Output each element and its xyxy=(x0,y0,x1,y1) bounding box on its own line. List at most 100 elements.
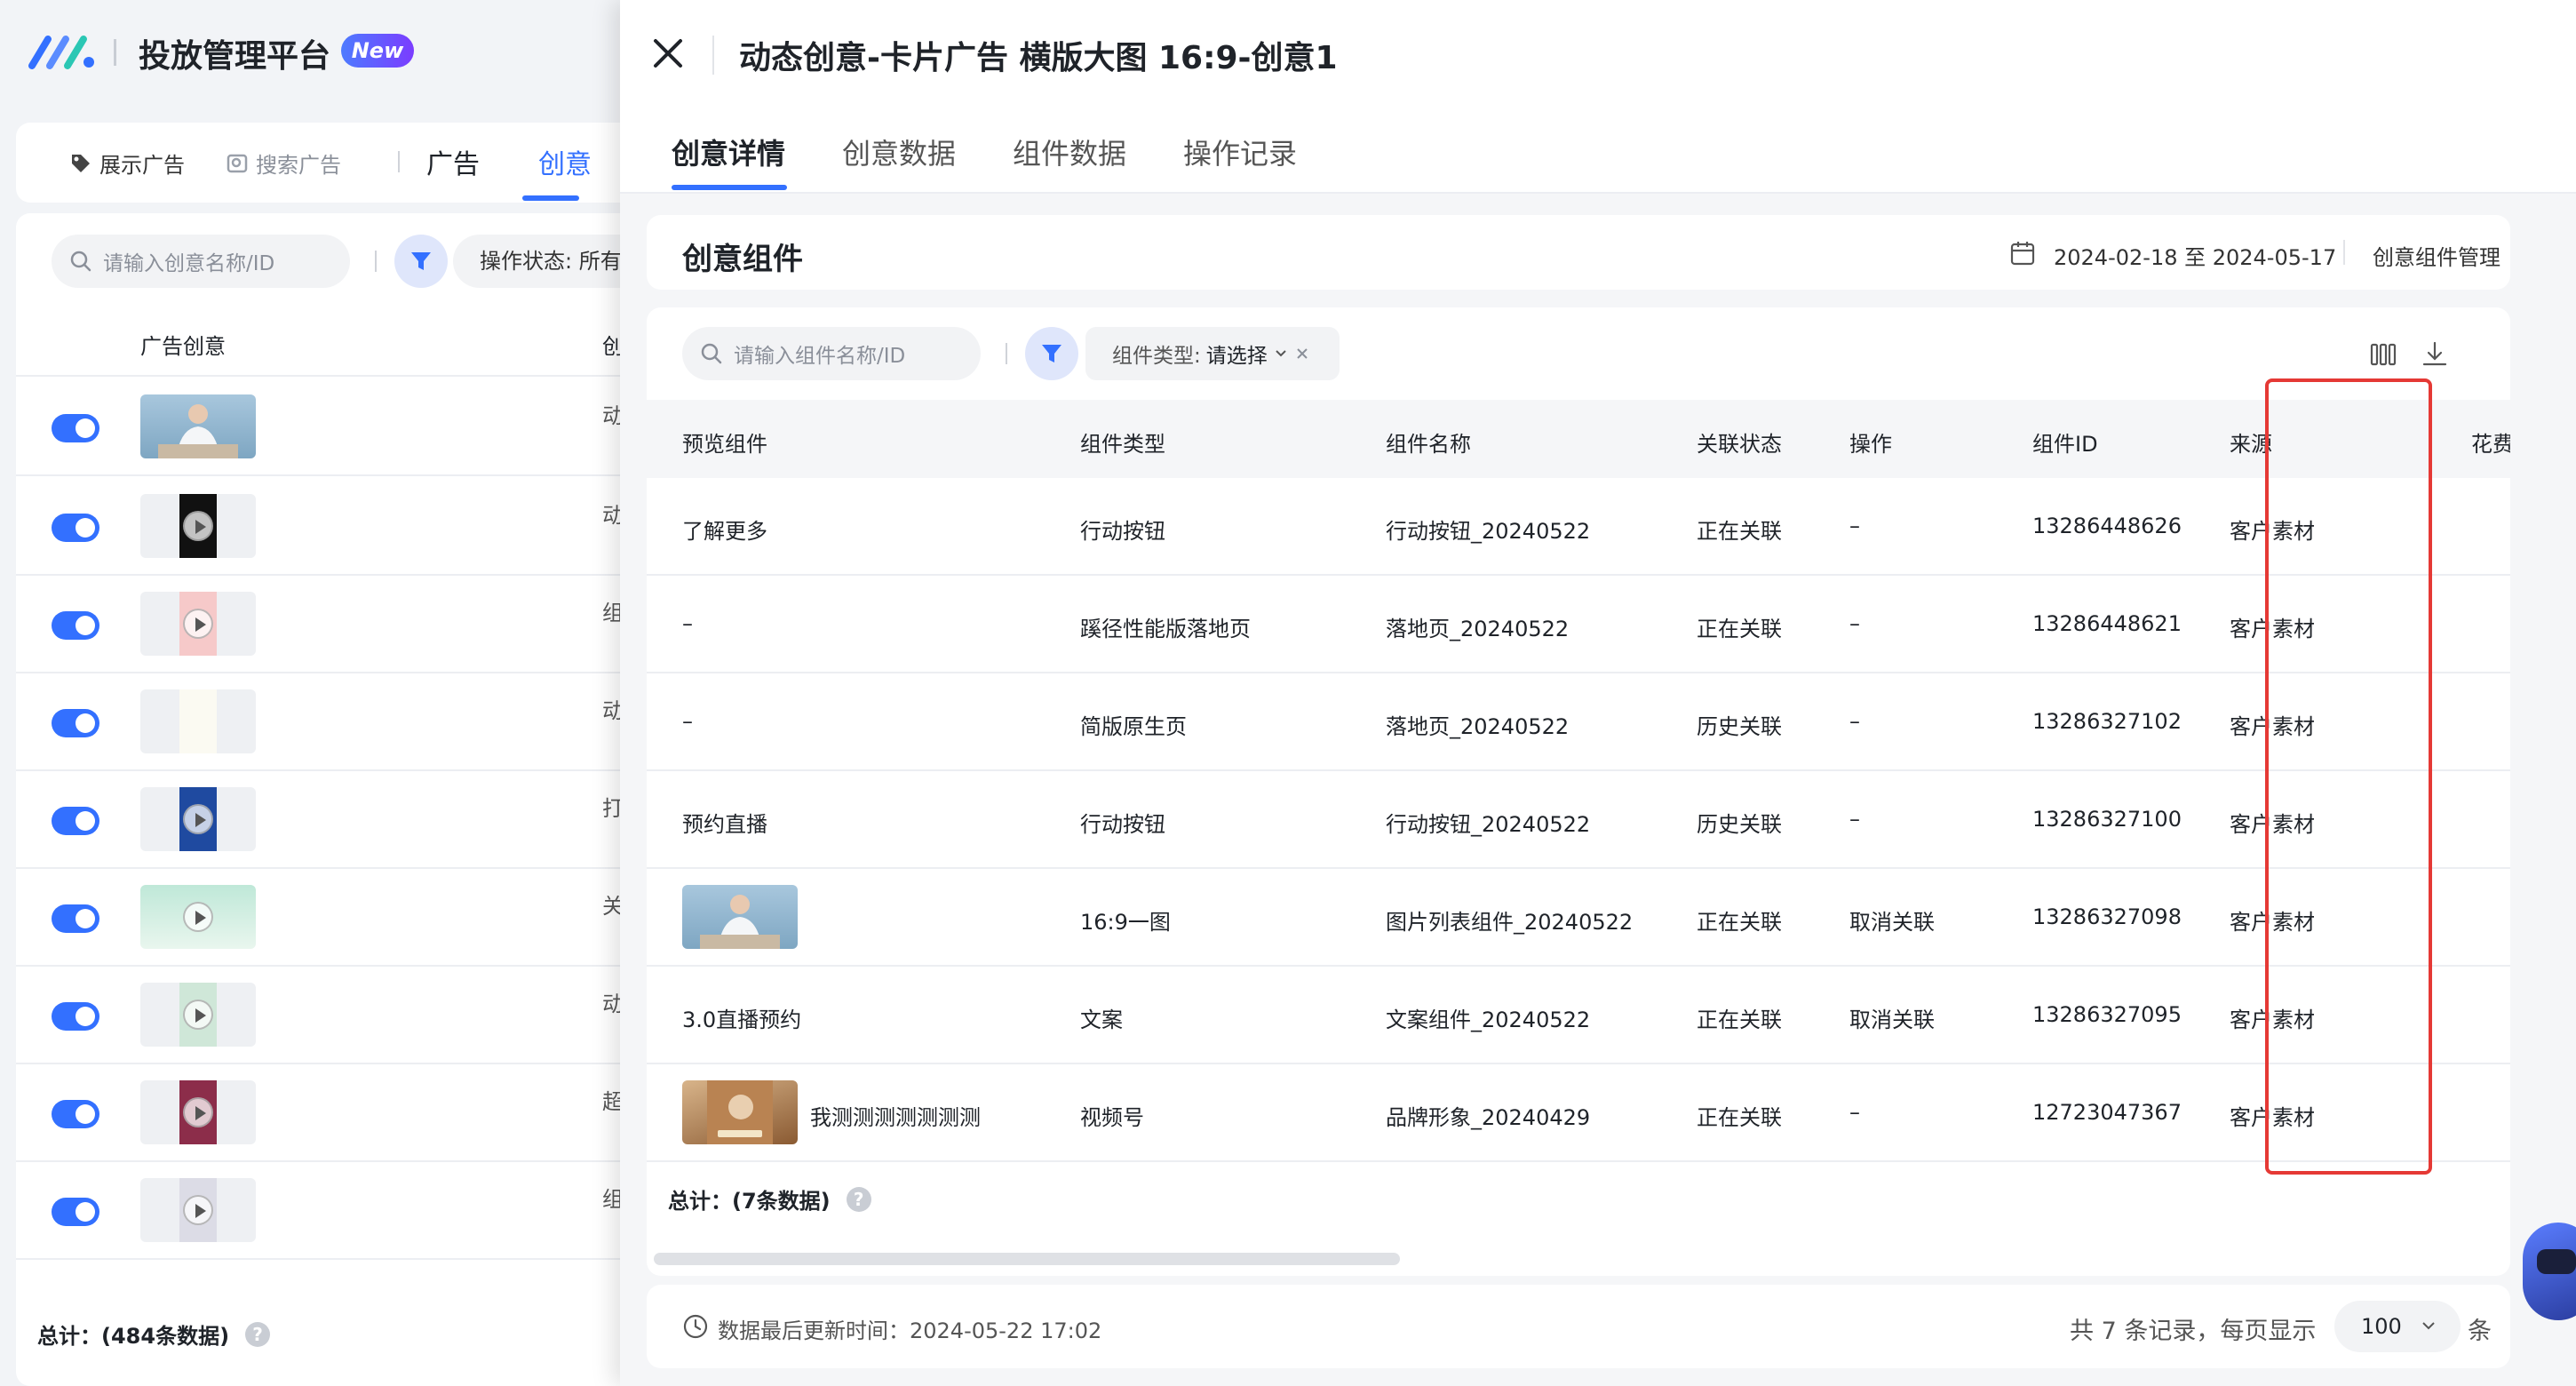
creative-detail-drawer: 动态创意-卡片广告 横版大图 16:9-创意1 创意详情 创意数据 组件数据 操… xyxy=(620,0,2576,1386)
table-row[interactable]: 组 xyxy=(16,1162,622,1260)
table-row[interactable]: 动 xyxy=(16,478,622,576)
table-row[interactable]: 关 xyxy=(16,869,622,967)
download-icon[interactable] xyxy=(2420,339,2450,370)
cell-component-id: 13286448626 xyxy=(2032,514,2182,538)
cell-preview: 我测测测测测测测 xyxy=(810,1105,981,1130)
nav-display-ads[interactable]: 展示广告 xyxy=(69,147,185,179)
filter-divider xyxy=(1006,343,1007,364)
enable-toggle[interactable] xyxy=(52,1198,99,1226)
help-icon[interactable]: ? xyxy=(846,1186,871,1212)
page-size-value: 100 xyxy=(2361,1314,2402,1339)
row-text: 动 xyxy=(602,503,622,528)
creative-thumbnail xyxy=(140,689,256,753)
cell-action: – xyxy=(1849,514,1860,538)
row-text: 组 xyxy=(602,601,622,625)
cell-type: 视频号 xyxy=(1080,1105,1144,1130)
table-total: 总计：(7条数据) ? xyxy=(668,1183,871,1215)
page-size-unit: 条 xyxy=(2468,1318,2492,1345)
preview-image[interactable] xyxy=(682,1080,798,1144)
cell-status: 正在关联 xyxy=(1697,910,1782,935)
creative-thumbnail xyxy=(140,983,256,1047)
table-header: 预览组件 组件类型 组件名称 关联状态 操作 组件ID 来源 花费 xyxy=(647,400,2510,478)
table-row[interactable]: 16:9一图 图片列表组件_20240522 正在关联 取消关联 1328632… xyxy=(647,869,2510,967)
tab-operation-log[interactable]: 操作记录 xyxy=(1183,131,1297,172)
enable-toggle[interactable] xyxy=(52,1100,99,1128)
close-icon[interactable] xyxy=(648,34,688,73)
unlink-button[interactable]: 取消关联 xyxy=(1849,904,1935,936)
creative-thumbnail xyxy=(140,885,256,949)
col-status: 关联状态 xyxy=(1697,432,1782,457)
clear-icon[interactable] xyxy=(1294,346,1310,362)
table-row[interactable]: 预约直播 行动按钮 行动按钮_20240522 历史关联 – 132863271… xyxy=(647,771,2510,869)
enable-toggle[interactable] xyxy=(52,807,99,835)
row-text: 动 xyxy=(602,992,622,1016)
enable-toggle[interactable] xyxy=(52,709,99,737)
table-row[interactable]: 动 xyxy=(16,967,622,1064)
assistant-robot-icon[interactable] xyxy=(2523,1223,2576,1320)
cell-component-id: 13286327102 xyxy=(2032,709,2182,734)
cell-name: 行动按钮_20240522 xyxy=(1386,812,1591,837)
tab-creative[interactable]: 创意 xyxy=(538,142,592,181)
search-ads-icon xyxy=(227,154,248,172)
table-row[interactable]: 组 xyxy=(16,576,622,673)
col-ad-creative: 广告创意 xyxy=(140,334,226,359)
enable-toggle[interactable] xyxy=(52,611,99,640)
filter-button[interactable] xyxy=(394,235,448,288)
table-row[interactable]: – 蹊径性能版落地页 落地页_20240522 正在关联 – 132864486… xyxy=(647,576,2510,673)
enable-toggle[interactable] xyxy=(52,904,99,933)
new-badge: New xyxy=(341,34,414,68)
table-row[interactable]: 动 xyxy=(16,673,622,771)
table-row[interactable]: – 简版原生页 落地页_20240522 历史关联 – 13286327102 … xyxy=(647,673,2510,771)
table-row[interactable]: 打 xyxy=(16,771,622,869)
table-total-text: 总计：(7条数据) xyxy=(668,1189,831,1214)
nav-divider xyxy=(398,151,400,172)
tab-creative-detail[interactable]: 创意详情 xyxy=(672,131,785,172)
chevron-down-icon xyxy=(2420,1301,2437,1371)
tab-ads[interactable]: 广告 xyxy=(426,142,480,181)
nav-search-ads[interactable]: 搜索广告 xyxy=(226,147,341,179)
play-icon xyxy=(183,902,213,932)
enable-toggle[interactable] xyxy=(52,414,99,442)
horizontal-scrollbar[interactable] xyxy=(654,1253,1400,1265)
filter-button[interactable] xyxy=(1025,327,1078,380)
page-size-select[interactable]: 100 xyxy=(2334,1301,2461,1352)
table-row[interactable]: 我测测测测测测测 视频号 品牌形象_20240429 正在关联 – 127230… xyxy=(647,1064,2510,1162)
col-name: 组件名称 xyxy=(1386,432,1471,457)
cell-component-id: 12723047367 xyxy=(2032,1100,2182,1125)
component-type-filter[interactable]: 组件类型: 请选择 xyxy=(1085,327,1340,380)
preview-image[interactable] xyxy=(682,885,798,949)
help-icon[interactable]: ? xyxy=(245,1321,271,1347)
cell-name: 品牌形象_20240429 xyxy=(1386,1105,1591,1130)
cell-preview: – xyxy=(682,611,693,636)
status-filter[interactable]: 操作状态: 所有 xyxy=(453,235,622,288)
tab-component-data[interactable]: 组件数据 xyxy=(1013,131,1126,172)
unlink-button[interactable]: 取消关联 xyxy=(1849,1002,1935,1033)
tab-creative-data[interactable]: 创意数据 xyxy=(842,131,956,172)
row-text: 组 xyxy=(602,1187,622,1212)
doctor-image-icon xyxy=(700,895,780,949)
component-search-input[interactable]: 请输入组件名称/ID xyxy=(682,327,981,380)
creative-thumbnail xyxy=(140,787,256,851)
tab-active-indicator xyxy=(522,195,579,201)
creative-search-input[interactable]: 请输入创意名称/ID xyxy=(52,235,350,288)
table-row[interactable]: 超 xyxy=(16,1064,622,1162)
table-row[interactable]: 动 xyxy=(16,378,622,476)
table-row[interactable]: 3.0直播预约 文案 文案组件_20240522 正在关联 取消关联 13286… xyxy=(647,967,2510,1064)
date-range-picker[interactable]: 2024-02-18 至 2024-05-17 xyxy=(2054,240,2336,271)
calendar-icon[interactable] xyxy=(2009,240,2036,267)
column-settings-icon[interactable] xyxy=(2368,339,2398,370)
clock-icon xyxy=(683,1314,708,1339)
cell-status: 历史关联 xyxy=(1697,714,1782,739)
table-row[interactable]: 了解更多 行动按钮 行动按钮_20240522 正在关联 – 132864486… xyxy=(647,478,2510,576)
cell-name: 落地页_20240522 xyxy=(1386,617,1570,641)
cell-preview: – xyxy=(682,709,693,734)
enable-toggle[interactable] xyxy=(52,514,99,542)
search-icon xyxy=(70,251,91,272)
enable-toggle[interactable] xyxy=(52,1002,99,1031)
nav-display-ads-label: 展示广告 xyxy=(99,153,185,178)
component-management-link[interactable]: 创意组件管理 xyxy=(2373,240,2500,271)
col-component-id: 组件ID xyxy=(2032,432,2098,457)
tag-icon xyxy=(72,154,90,172)
cell-name: 行动按钮_20240522 xyxy=(1386,519,1591,544)
cell-type: 行动按钮 xyxy=(1080,812,1165,837)
